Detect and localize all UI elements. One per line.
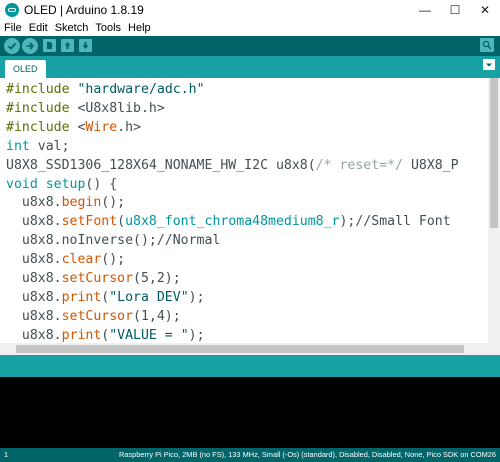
code-token: u8x8.	[6, 327, 62, 343]
code-token: u8x8.	[6, 271, 62, 286]
code-token: U8X8_P	[403, 157, 459, 173]
code-token: u8x8.	[6, 195, 62, 211]
arrow-up-icon	[64, 42, 71, 49]
code-token: );	[188, 289, 205, 305]
code-token: /* reset=*/	[315, 157, 403, 173]
code-token: );	[339, 214, 356, 230]
code-token: (1,4);	[133, 308, 181, 324]
status-bar: 1 Raspberry Pi Pico, 2MB (no FS), 133 MH…	[0, 448, 500, 462]
code-token: (	[117, 214, 126, 230]
code-token: () {	[85, 176, 118, 192]
upload-button[interactable]	[22, 38, 38, 54]
code-token: #include	[6, 100, 70, 116]
new-sketch-button[interactable]	[43, 39, 56, 52]
vertical-scroll-thumb[interactable]	[490, 78, 498, 228]
message-area	[0, 355, 500, 377]
line-number: 1	[4, 450, 9, 459]
code-line[interactable]: #include <U8x8lib.h>	[6, 99, 165, 118]
code-line[interactable]: #include "hardware/adc.h"	[6, 80, 205, 99]
code-token: u8x8.noInverse();//Normal	[6, 233, 221, 249]
code-token: "hardware/adc.h"	[77, 82, 205, 97]
menu-tools[interactable]: Tools	[92, 22, 124, 34]
code-line[interactable]: U8X8_SSD1306_128X64_NONAME_HW_I2C u8x8(/…	[6, 156, 459, 175]
code-token: val;	[29, 138, 70, 154]
menu-sketch[interactable]: Sketch	[52, 22, 92, 34]
scroll-corner	[488, 343, 500, 355]
board-info: Raspberry Pi Pico, 2MB (no FS), 133 MHz,…	[118, 450, 496, 459]
code-token: setFont	[61, 214, 118, 230]
code-line[interactable]: #include <Wire.h>	[6, 118, 141, 137]
code-line[interactable]: u8x8.clear();	[6, 250, 125, 269]
toolbar	[0, 36, 500, 56]
code-editor[interactable]: #include "hardware/adc.h" #include <U8x8l…	[0, 78, 488, 343]
tab-oled[interactable]: OLED	[5, 60, 46, 78]
code-token: (5,2);	[133, 271, 181, 286]
horizontal-scrollbar[interactable]	[0, 343, 488, 355]
arduino-logo-icon	[5, 3, 19, 17]
code-line[interactable]: u8x8.print("VALUE = ");	[6, 326, 205, 343]
code-token: );	[188, 327, 205, 343]
code-token: int	[6, 138, 30, 154]
code-token: u8x8_font_chroma48medium8_r	[125, 214, 340, 230]
minimize-button[interactable]: —	[410, 0, 440, 20]
code-line[interactable]: u8x8.setCursor(5,2);	[6, 269, 181, 288]
code-token: setCursor	[61, 308, 134, 324]
code-token: #include	[6, 119, 70, 135]
tab-menu-button[interactable]	[483, 59, 495, 70]
code-token: .h>	[117, 119, 142, 135]
save-sketch-button[interactable]	[79, 39, 92, 52]
code-token: u8x8.	[6, 289, 62, 305]
maximize-button[interactable]: ☐	[440, 0, 470, 20]
code-token: clear	[61, 252, 102, 268]
menu-help[interactable]: Help	[125, 22, 154, 34]
code-token: setup	[45, 176, 86, 192]
code-token: "VALUE = "	[109, 327, 189, 343]
title-bar: OLED | Arduino 1.8.19 — ☐ ✕	[0, 0, 500, 20]
code-token: ();	[101, 195, 126, 211]
serial-monitor-button[interactable]	[480, 38, 494, 52]
menu-file[interactable]: File	[1, 22, 25, 34]
code-token: begin	[61, 195, 102, 211]
code-token: "Lora DEV"	[109, 289, 189, 305]
arrow-down-icon	[82, 42, 89, 49]
open-sketch-button[interactable]	[61, 39, 74, 52]
code-token: print	[61, 289, 102, 305]
tab-bar: OLED	[0, 56, 500, 78]
code-line[interactable]: u8x8.setFont(u8x8_font_chroma48medium8_r…	[6, 212, 451, 231]
code-line[interactable]: u8x8.begin();	[6, 193, 125, 212]
code-token: u8x8.	[6, 308, 62, 324]
magnifier-icon	[482, 40, 492, 50]
code-token: u8x8.	[6, 252, 62, 268]
checkmark-icon	[7, 42, 17, 50]
vertical-scrollbar[interactable]	[488, 78, 500, 343]
file-icon	[47, 42, 52, 49]
code-token: U8X8_SSD1306_128X64_NONAME_HW_I2C u8x8(	[6, 157, 316, 173]
horizontal-scroll-thumb[interactable]	[16, 345, 464, 353]
code-token: <U8x8lib.h>	[69, 100, 165, 116]
code-token: print	[61, 327, 102, 343]
code-token: u8x8.	[6, 214, 62, 230]
code-token: //Small Font	[355, 214, 451, 230]
code-line[interactable]: int val;	[6, 137, 70, 156]
menu-edit[interactable]: Edit	[26, 22, 51, 34]
code-token: void	[6, 176, 38, 192]
code-line[interactable]: void setup() {	[6, 175, 117, 194]
arrow-right-icon	[26, 42, 35, 50]
console-output[interactable]	[0, 377, 500, 448]
verify-button[interactable]	[4, 38, 20, 54]
menu-bar: File Edit Sketch Tools Help	[0, 20, 500, 36]
code-token: <	[69, 119, 86, 135]
code-line[interactable]: u8x8.noInverse();//Normal	[6, 231, 221, 250]
code-token: Wire	[85, 119, 118, 135]
chevron-down-icon	[486, 63, 492, 66]
code-token: setCursor	[61, 271, 134, 286]
code-token: ();	[101, 252, 126, 268]
code-line[interactable]: u8x8.setCursor(1,4);	[6, 307, 181, 326]
code-token: #include	[6, 82, 70, 97]
window-title: OLED | Arduino 1.8.19	[24, 3, 144, 17]
code-line[interactable]: u8x8.print("Lora DEV");	[6, 288, 205, 307]
close-button[interactable]: ✕	[470, 0, 500, 20]
window-controls: — ☐ ✕	[410, 0, 500, 20]
